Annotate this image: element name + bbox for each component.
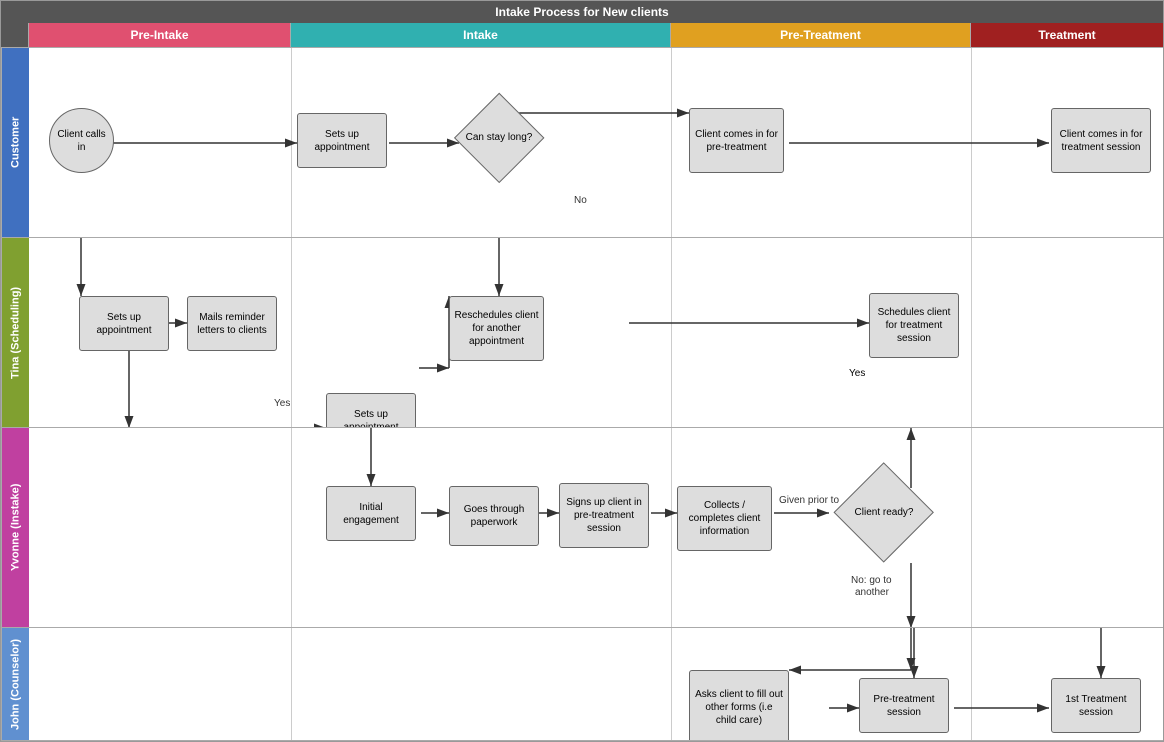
node-asks-client: Asks client to fill out other forms (i.e… <box>689 670 789 740</box>
node-client-calls-in: Client calls in <box>49 108 114 173</box>
node-first-treatment-session: 1st Treatment session <box>1051 678 1141 733</box>
node-mails-reminder: Mails reminder letters to clients <box>187 296 277 351</box>
lane-content-tina: Yes Sets up appointment <box>29 238 1163 427</box>
swim-lane-yvonne: Yvonne (Instake) <box>1 427 1163 627</box>
title-bar: Intake Process for New clients <box>1 1 1163 23</box>
lane-label-john: John (Counselor) <box>1 628 29 740</box>
node-pre-treatment-session: Pre-treatment session <box>859 678 949 733</box>
node-can-stay-long: Can stay long? <box>449 88 549 188</box>
node-goes-through-paperwork: Goes through paperwork <box>449 486 539 546</box>
node-client-comes-treatment: Client comes in for treatment session <box>1051 108 1151 173</box>
node-schedules-client-treatment: Schedules client for treatment session <box>869 293 959 358</box>
diagram-container: Intake Process for New clients Pre-Intak… <box>0 0 1164 742</box>
arrows-customer: No <box>29 48 1163 237</box>
node-reschedules-client: Reschedules client for another appointme… <box>449 296 544 361</box>
lane-content-john: Asks client to fill out other forms (i.e… <box>29 628 1163 740</box>
node-client-comes-pretreatment: Client comes in for pre-treatment <box>689 108 784 173</box>
arrows-john <box>29 628 1163 740</box>
swim-lane-john: John (Counselor) <box>1 627 1163 741</box>
node-sets-up-appt-tina2: Sets up appointment <box>326 393 416 427</box>
svg-text:No: No <box>574 195 587 206</box>
node-signs-up-client: Signs up client in pre-treatment session <box>559 483 649 548</box>
phase-pretreatment-label: Pre-Treatment <box>671 23 971 47</box>
svg-text:No: go to: No: go to <box>851 575 892 586</box>
node-sets-up-appt-tina1: Sets up appointment <box>79 296 169 351</box>
yes-label-schedules: Yes <box>849 368 865 379</box>
node-sets-up-appt-customer: Sets up appointment <box>297 113 387 168</box>
phase-intake-label: Intake <box>291 23 671 47</box>
lane-label-yvonne: Yvonne (Instake) <box>1 428 29 627</box>
diagram-title: Intake Process for New clients <box>495 5 668 19</box>
svg-text:another: another <box>855 587 890 598</box>
swim-lane-customer: Customer <box>1 47 1163 237</box>
lane-label-customer: Customer <box>1 48 29 237</box>
lane-content-customer: No Client calls in Sets up appointment <box>29 48 1163 237</box>
lane-label-tina: Tina (Scheduling) <box>1 238 29 427</box>
svg-text:Yes: Yes <box>274 398 290 409</box>
phase-treatment-label: Treatment <box>971 23 1163 47</box>
node-client-ready: Client ready? <box>829 458 939 568</box>
node-collects-info: Collects / completes client information <box>677 486 772 551</box>
swim-lanes: Customer <box>1 47 1163 741</box>
swim-lane-tina: Tina (Scheduling) Yes <box>1 237 1163 427</box>
lane-content-yvonne: Given prior to No: go to another Initial… <box>29 428 1163 627</box>
phase-preintake-label: Pre-Intake <box>29 23 291 47</box>
phases-header: Pre-Intake Intake Pre-Treatment Treatmen… <box>1 23 1163 47</box>
node-initial-engagement: Initial engagement <box>326 486 416 541</box>
